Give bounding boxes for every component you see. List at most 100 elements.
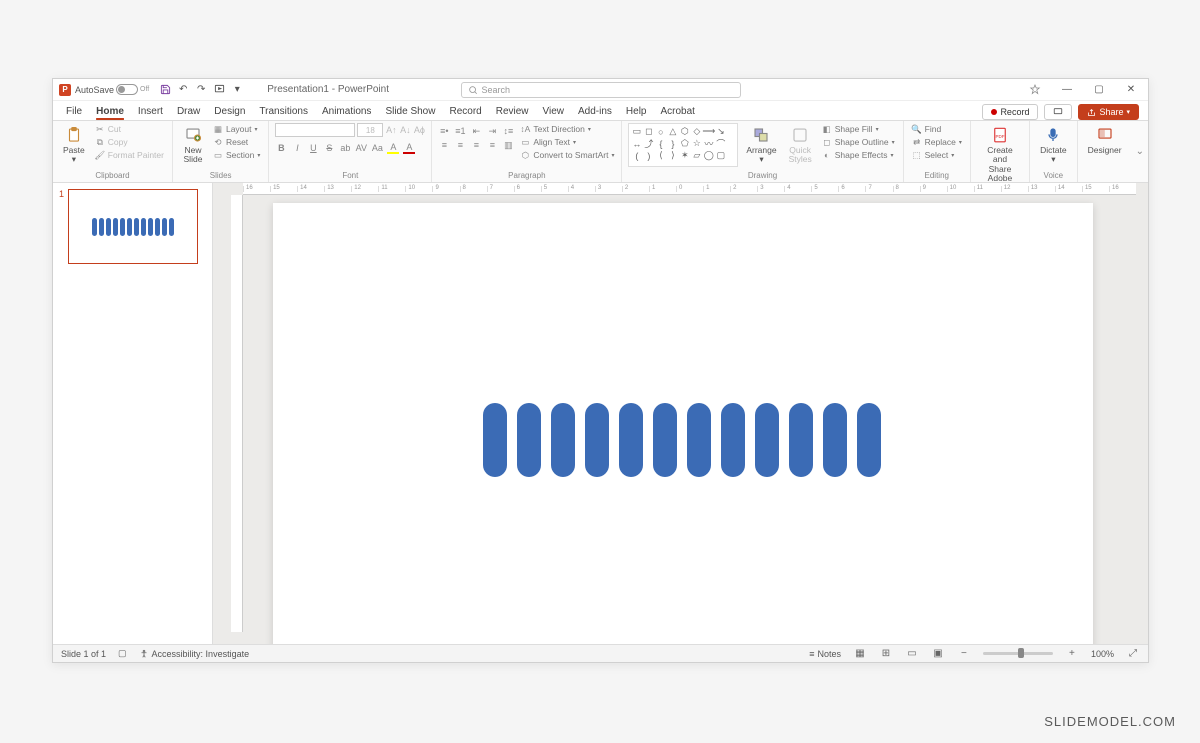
tab-design[interactable]: Design bbox=[207, 103, 252, 120]
clear-format-icon[interactable]: Aϕ bbox=[413, 124, 425, 136]
tab-add-ins[interactable]: Add-ins bbox=[571, 103, 619, 120]
shape-item[interactable]: ▢ bbox=[715, 150, 726, 161]
zoom-out-button[interactable]: − bbox=[957, 647, 971, 661]
cut-button[interactable]: ✂Cut bbox=[93, 123, 166, 135]
maximize-button[interactable]: ▢ bbox=[1088, 82, 1110, 98]
slide-thumbnail-pane[interactable]: 1 bbox=[53, 183, 213, 644]
copy-button[interactable]: ⧉Copy bbox=[93, 136, 166, 148]
tab-help[interactable]: Help bbox=[619, 103, 654, 120]
section-button[interactable]: ▭Section▾ bbox=[211, 149, 262, 161]
slide-canvas[interactable] bbox=[273, 203, 1093, 644]
line-spacing-icon[interactable]: ↕≡ bbox=[502, 125, 514, 137]
shape-item[interactable]: 〰 bbox=[703, 138, 714, 149]
shape-item[interactable]: ⟩ bbox=[667, 150, 678, 161]
search-input[interactable]: Search bbox=[461, 82, 741, 98]
align-right-icon[interactable]: ≡ bbox=[470, 139, 482, 151]
shape-item[interactable]: ⟨ bbox=[655, 150, 666, 161]
tab-acrobat[interactable]: Acrobat bbox=[654, 103, 702, 120]
convert-smartart-button[interactable]: ⬡Convert to SmartArt▾ bbox=[518, 149, 616, 161]
align-left-icon[interactable]: ≡ bbox=[438, 139, 450, 151]
select-button[interactable]: ⬚Select▾ bbox=[910, 149, 964, 161]
rounded-rect-shape[interactable] bbox=[517, 403, 541, 477]
present-button[interactable] bbox=[1044, 104, 1072, 120]
justify-icon[interactable]: ≡ bbox=[486, 139, 498, 151]
layout-button[interactable]: ▦Layout▾ bbox=[211, 123, 262, 135]
quick-styles-button[interactable]: Quick Styles bbox=[785, 123, 816, 167]
rounded-rect-shape[interactable] bbox=[823, 403, 847, 477]
rounded-rect-shape[interactable] bbox=[653, 403, 677, 477]
accessibility-button[interactable]: Accessibility: Investigate bbox=[139, 649, 250, 659]
grow-font-icon[interactable]: A↑ bbox=[385, 124, 397, 136]
tab-insert[interactable]: Insert bbox=[131, 103, 170, 120]
shape-item[interactable]: ▭ bbox=[631, 126, 642, 137]
tab-animations[interactable]: Animations bbox=[315, 103, 378, 120]
tab-slide-show[interactable]: Slide Show bbox=[378, 103, 442, 120]
redo-icon[interactable]: ↷ bbox=[195, 84, 207, 96]
tab-view[interactable]: View bbox=[536, 103, 572, 120]
bullets-icon[interactable]: ≡• bbox=[438, 125, 450, 137]
shape-item[interactable]: ◯ bbox=[703, 150, 714, 161]
shape-item[interactable]: ○ bbox=[655, 126, 666, 137]
fit-button[interactable]: ⤢ bbox=[1126, 647, 1140, 661]
shape-item[interactable]: ✶ bbox=[679, 150, 690, 161]
shape-item[interactable]: ( bbox=[631, 150, 642, 161]
format-painter-button[interactable]: 🖌Format Painter bbox=[93, 149, 166, 161]
text-direction-button[interactable]: ↕AText Direction▾ bbox=[518, 123, 616, 135]
shadow-button[interactable]: ab bbox=[339, 142, 351, 154]
char-spacing-button[interactable]: AV bbox=[355, 142, 367, 154]
tab-record[interactable]: Record bbox=[442, 103, 488, 120]
close-button[interactable]: ✕ bbox=[1120, 82, 1142, 98]
underline-button[interactable]: U bbox=[307, 142, 319, 154]
font-color-button[interactable]: A bbox=[403, 142, 415, 154]
rounded-rect-shape[interactable] bbox=[687, 403, 711, 477]
shape-item[interactable]: ⬡ bbox=[679, 126, 690, 137]
rounded-rect-shape[interactable] bbox=[721, 403, 745, 477]
tab-file[interactable]: File bbox=[59, 103, 89, 120]
shape-item[interactable]: } bbox=[667, 138, 678, 149]
paste-button[interactable]: Paste▾ bbox=[59, 123, 89, 167]
designer-button[interactable]: Designer bbox=[1084, 123, 1126, 157]
slideshow-view-icon[interactable]: ▣ bbox=[931, 647, 945, 661]
shape-fill-button[interactable]: ◧Shape Fill▾ bbox=[820, 123, 897, 135]
tab-transitions[interactable]: Transitions bbox=[252, 103, 315, 120]
shape-item[interactable]: ⟶ bbox=[703, 126, 714, 137]
notes-button[interactable]: ≡Notes bbox=[809, 649, 841, 659]
shape-item[interactable]: ◇ bbox=[691, 126, 702, 137]
rounded-rect-shape[interactable] bbox=[789, 403, 813, 477]
indent-inc-icon[interactable]: ⇥ bbox=[486, 125, 498, 137]
zoom-slider[interactable] bbox=[983, 652, 1053, 655]
ribbon-collapse-button[interactable]: ⌄ bbox=[1132, 146, 1148, 157]
tab-draw[interactable]: Draw bbox=[170, 103, 207, 120]
shapes-gallery[interactable]: ▭◻○△⬡◇⟶↘↔⤴{}⬠☆〰⌒()⟨⟩✶▱◯▢ bbox=[628, 123, 738, 167]
premium-icon[interactable] bbox=[1024, 82, 1046, 98]
slide-editor[interactable]: 1615141312111098765432101234567891011121… bbox=[213, 183, 1148, 644]
tab-review[interactable]: Review bbox=[489, 103, 536, 120]
arrange-button[interactable]: Arrange▾ bbox=[742, 123, 780, 167]
shrink-font-icon[interactable]: A↓ bbox=[399, 124, 411, 136]
lang-icon[interactable]: ▢ bbox=[118, 648, 127, 659]
italic-button[interactable]: I bbox=[291, 142, 303, 154]
zoom-in-button[interactable]: + bbox=[1065, 647, 1079, 661]
shape-item[interactable]: △ bbox=[667, 126, 678, 137]
align-center-icon[interactable]: ≡ bbox=[454, 139, 466, 151]
indent-dec-icon[interactable]: ⇤ bbox=[470, 125, 482, 137]
reset-button[interactable]: ⟲Reset bbox=[211, 136, 262, 148]
shape-item[interactable]: ) bbox=[643, 150, 654, 161]
shape-item[interactable]: ↔ bbox=[631, 138, 642, 149]
rounded-rect-shape[interactable] bbox=[755, 403, 779, 477]
rounded-rect-shape[interactable] bbox=[483, 403, 507, 477]
autosave-toggle[interactable]: AutoSave Off bbox=[75, 84, 149, 95]
sorter-view-icon[interactable]: ⊞ bbox=[879, 647, 893, 661]
highlight-button[interactable]: A bbox=[387, 142, 399, 154]
zoom-level[interactable]: 100% bbox=[1091, 649, 1114, 659]
undo-icon[interactable]: ↶ bbox=[177, 84, 189, 96]
bold-button[interactable]: B bbox=[275, 142, 287, 154]
columns-icon[interactable]: ▥ bbox=[502, 139, 514, 151]
dictate-button[interactable]: Dictate▾ bbox=[1036, 123, 1070, 167]
toggle-pill[interactable] bbox=[116, 84, 138, 95]
shape-item[interactable]: ◻ bbox=[643, 126, 654, 137]
slide-thumbnail[interactable] bbox=[68, 189, 198, 264]
find-button[interactable]: 🔍Find bbox=[910, 123, 964, 135]
normal-view-icon[interactable]: ▦ bbox=[853, 647, 867, 661]
qat-more-icon[interactable]: ▾ bbox=[231, 84, 243, 96]
